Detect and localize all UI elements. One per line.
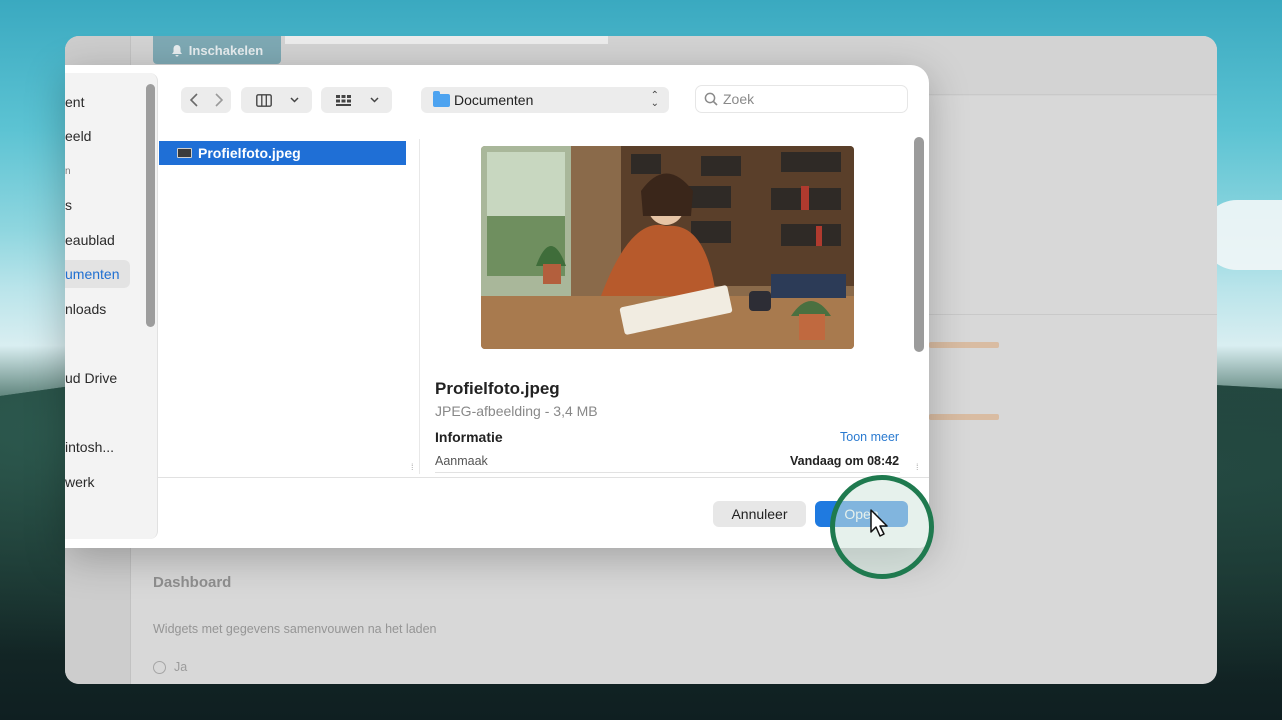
- search-field[interactable]: Zoek: [695, 85, 908, 113]
- chevron-right-icon: [214, 93, 223, 107]
- sidebar-item-images[interactable]: eeld: [65, 122, 91, 150]
- column-divider[interactable]: [419, 139, 420, 474]
- search-placeholder: Zoek: [723, 91, 755, 107]
- sidebar-item-label: werk: [65, 474, 95, 490]
- file-name: Profielfoto.jpeg: [198, 145, 301, 161]
- cancel-button[interactable]: Annuleer: [713, 501, 806, 527]
- file-row-selected[interactable]: Profielfoto.jpeg: [159, 141, 406, 165]
- sidebar-item-apps[interactable]: s: [65, 191, 72, 219]
- divider: [435, 472, 900, 473]
- chevron-down-icon: [290, 97, 299, 103]
- photo-preview: [481, 146, 854, 349]
- columns-view-icon: [256, 93, 272, 107]
- sidebar-item-macintosh-hd[interactable]: intosh...: [65, 433, 114, 461]
- sidebar-item-documents[interactable]: umenten: [65, 260, 130, 288]
- column-resize-handle[interactable]: ⁞: [411, 462, 414, 472]
- mouse-pointer-icon: [870, 509, 888, 537]
- folder-icon: [433, 90, 450, 107]
- updown-chevron-icon: ⌃ ⌄: [650, 90, 659, 109]
- info-heading: Informatie: [435, 429, 503, 445]
- sidebar-item-network[interactable]: werk: [65, 468, 95, 496]
- sidebar-item-label: ent: [65, 94, 85, 110]
- preview-scrollbar[interactable]: [914, 137, 924, 352]
- view-mode-button[interactable]: [241, 87, 312, 113]
- show-more-link[interactable]: Toon meer: [840, 430, 899, 444]
- sidebar-item-label: ud Drive: [65, 370, 118, 386]
- search-icon: [704, 92, 718, 106]
- forward-button[interactable]: [206, 93, 231, 107]
- location-dropdown[interactable]: Documenten ⌃ ⌄: [421, 87, 669, 113]
- sidebar-item-desktop[interactable]: eaublad: [65, 226, 115, 254]
- chevron-down-icon: [370, 97, 379, 103]
- sidebar-item-applications[interactable]: n: [65, 157, 71, 185]
- image-file-icon: [177, 148, 192, 158]
- location-label: Documenten: [454, 92, 534, 108]
- chevron-left-icon: [189, 93, 198, 107]
- sidebar-item-label: intosh...: [65, 439, 115, 455]
- sidebar-item-label: n: [65, 165, 71, 177]
- sidebar-item-recent[interactable]: ent: [65, 88, 84, 116]
- grid-icon: [336, 94, 351, 106]
- back-button[interactable]: [181, 93, 206, 107]
- footer-divider: [158, 477, 929, 478]
- sidebar-item-downloads[interactable]: nloads: [65, 295, 106, 323]
- group-button[interactable]: [321, 87, 392, 113]
- column-resize-handle[interactable]: ⁞: [916, 462, 919, 472]
- sidebar-item-label: nloads: [65, 301, 107, 317]
- sidebar-scrollbar[interactable]: [146, 84, 155, 327]
- sidebar-item-label: eeld: [65, 128, 92, 144]
- nav-buttons: [181, 87, 231, 113]
- dialog-sidebar: ent eeld n s eaublad umenten nloads ud D…: [65, 73, 158, 539]
- created-label: Aanmaak: [435, 454, 488, 468]
- sidebar-item-label: umenten: [65, 266, 120, 282]
- preview-file-name: Profielfoto.jpeg: [435, 379, 560, 398]
- sidebar-item-icloud-drive[interactable]: ud Drive: [65, 364, 117, 392]
- preview-file-type: JPEG-afbeelding - 3,4 MB: [435, 403, 598, 419]
- sidebar-item-label: eaublad: [65, 232, 115, 248]
- file-list-column: Profielfoto.jpeg: [158, 135, 420, 473]
- sidebar-item-label: s: [65, 197, 72, 213]
- created-value: Vandaag om 08:42: [790, 454, 900, 468]
- image-preview: [481, 146, 854, 349]
- open-file-dialog: ent eeld n s eaublad umenten nloads ud D…: [65, 65, 929, 548]
